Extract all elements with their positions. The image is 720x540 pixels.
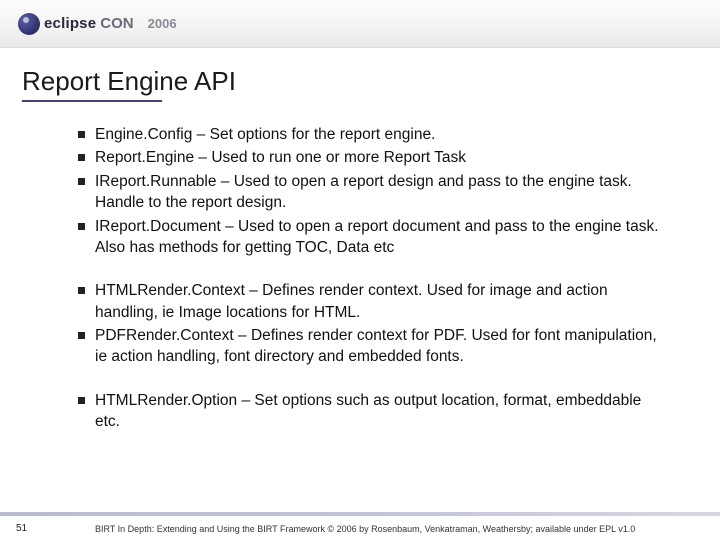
bullet-text: PDFRender.Context – Defines render conte…: [95, 325, 666, 368]
bullet-text: Report.Engine – Used to run one or more …: [95, 147, 666, 168]
slide: eclipse CON 2006 Report Engine API Engin…: [0, 0, 720, 540]
slide-title: Report Engine API: [0, 48, 720, 97]
page-number: 51: [16, 523, 27, 534]
footer-text: BIRT In Depth: Extending and Using the B…: [95, 524, 708, 534]
header-band: eclipse CON 2006: [0, 0, 720, 48]
list-item: IReport.Document – Used to open a report…: [78, 216, 666, 259]
bullet-text: IReport.Runnable – Used to open a report…: [95, 171, 666, 214]
bullet-group: Engine.Config – Set options for the repo…: [78, 124, 666, 258]
bullet-icon: [78, 397, 85, 404]
bullet-icon: [78, 332, 85, 339]
bullet-text: Engine.Config – Set options for the repo…: [95, 124, 666, 145]
list-item: Engine.Config – Set options for the repo…: [78, 124, 666, 145]
list-item: PDFRender.Context – Defines render conte…: [78, 325, 666, 368]
brand-text-part1: eclipse: [44, 15, 96, 32]
bullet-group: HTMLRender.Option – Set options such as …: [78, 390, 666, 433]
brand-logo: eclipse CON 2006: [18, 13, 177, 35]
list-item: HTMLRender.Context – Defines render cont…: [78, 280, 666, 323]
bullet-text: IReport.Document – Used to open a report…: [95, 216, 666, 259]
bullet-icon: [78, 223, 85, 230]
brand-text-part2: CON: [100, 15, 133, 32]
bullet-icon: [78, 131, 85, 138]
brand-year: 2006: [148, 16, 177, 31]
bullet-icon: [78, 287, 85, 294]
bullet-group: HTMLRender.Context – Defines render cont…: [78, 280, 666, 368]
bullet-text: HTMLRender.Option – Set options such as …: [95, 390, 666, 433]
list-item: Report.Engine – Used to run one or more …: [78, 147, 666, 168]
list-item: IReport.Runnable – Used to open a report…: [78, 171, 666, 214]
list-item: HTMLRender.Option – Set options such as …: [78, 390, 666, 433]
bullet-text: HTMLRender.Context – Defines render cont…: [95, 280, 666, 323]
footer: 51 BIRT In Depth: Extending and Using th…: [0, 512, 720, 540]
slide-body: Engine.Config – Set options for the repo…: [0, 102, 720, 433]
bullet-icon: [78, 178, 85, 185]
bullet-icon: [78, 154, 85, 161]
eclipse-orb-icon: [18, 13, 40, 35]
